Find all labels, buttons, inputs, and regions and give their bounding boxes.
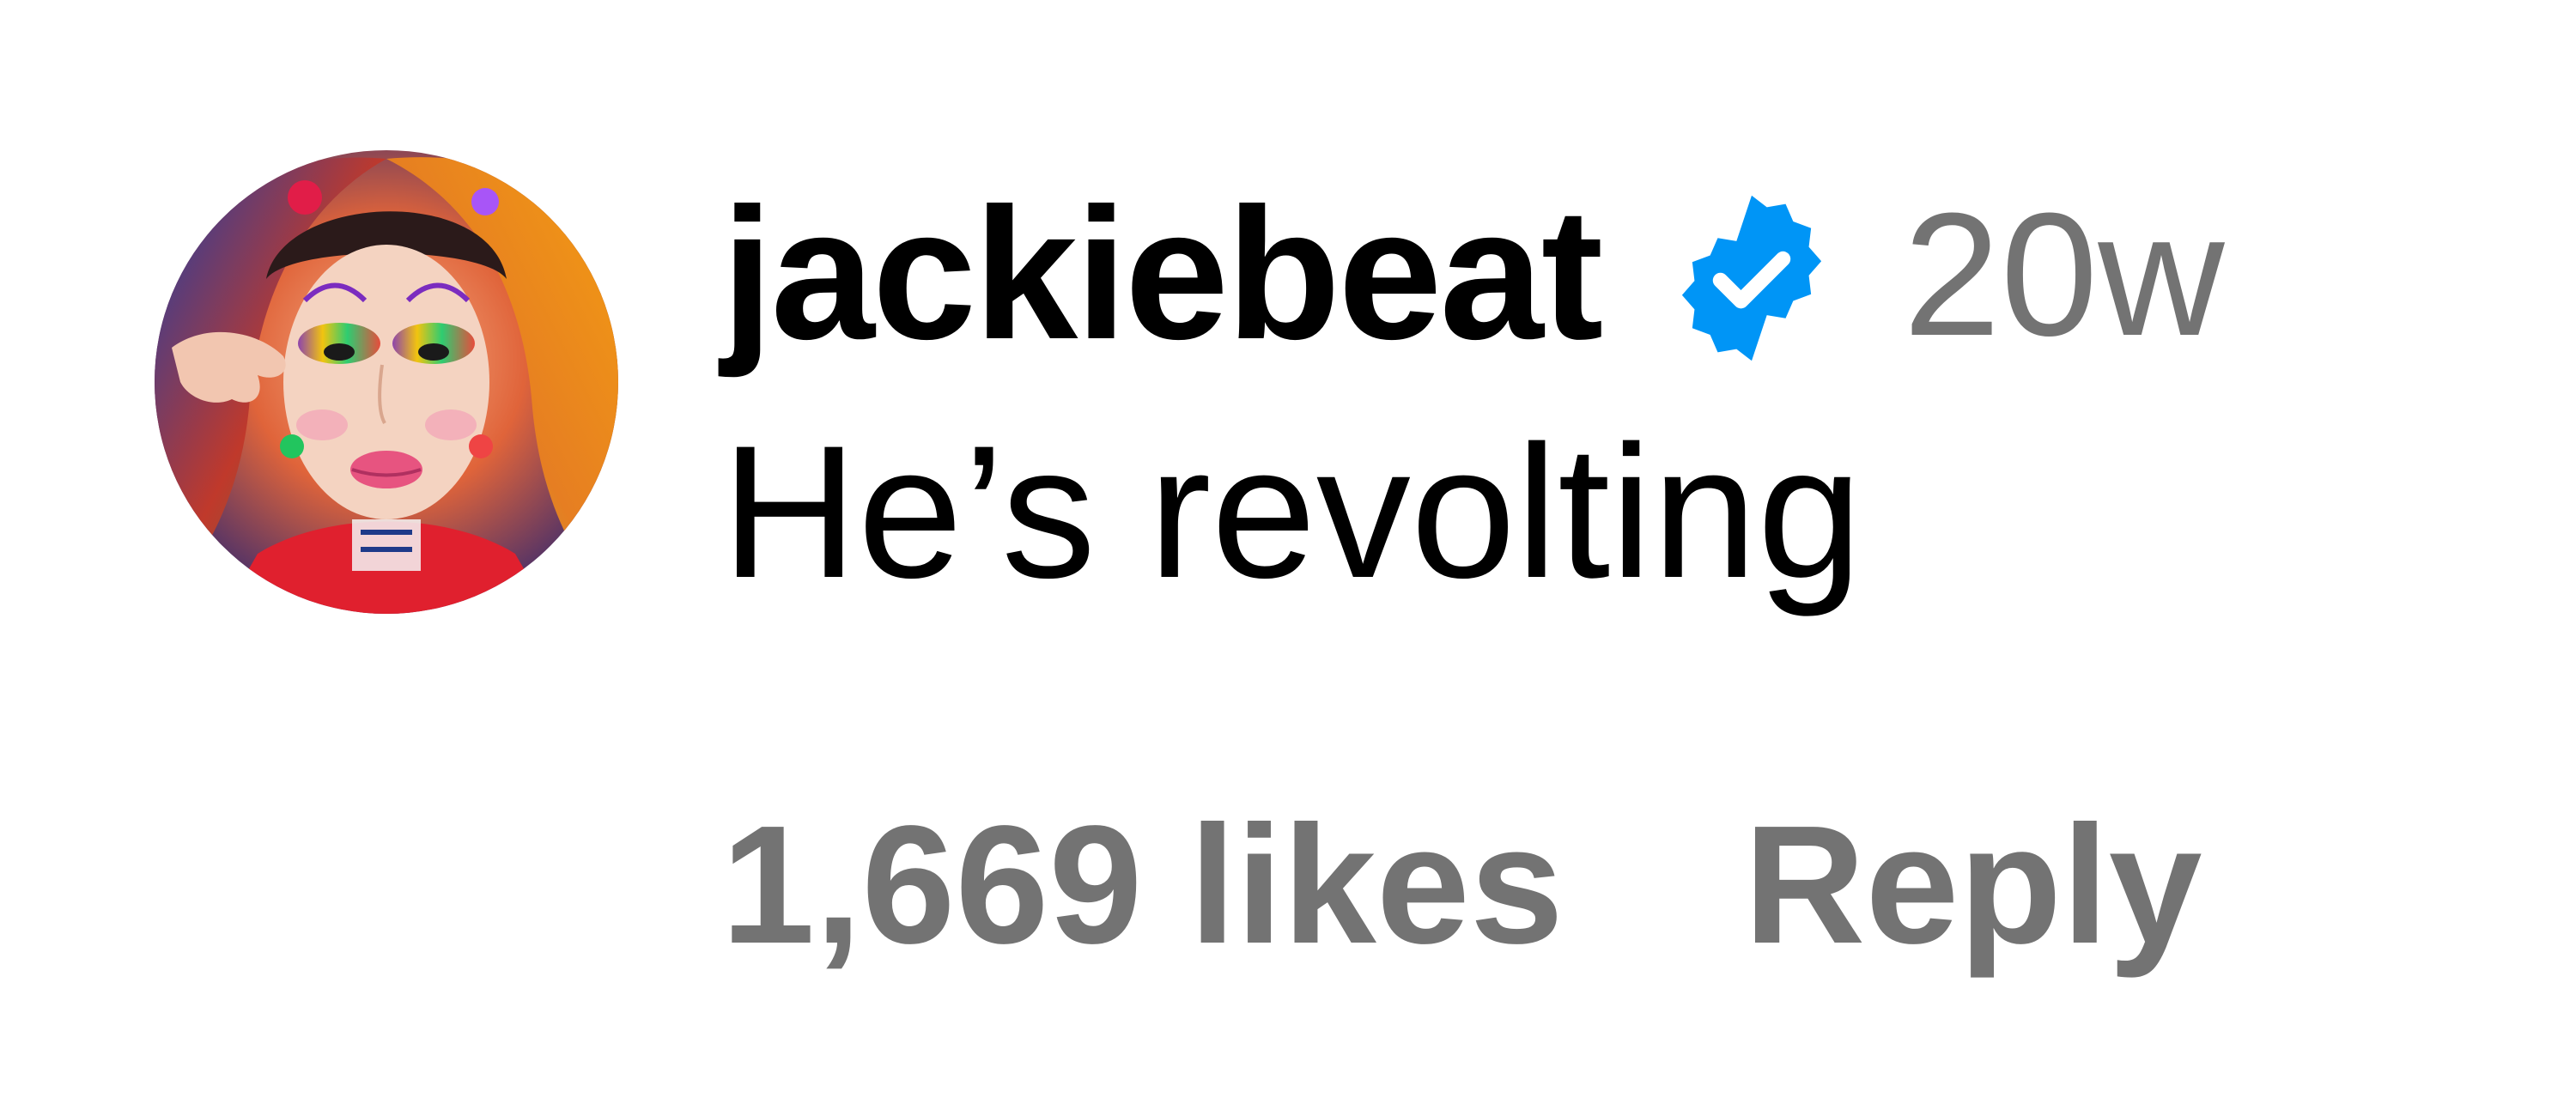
comment-body: jackiebeat 20w He’s revolting 1,669 like… [721,163,2524,969]
comment-item: jackiebeat 20w He’s revolting 1,669 like… [0,0,2576,1116]
avatar[interactable] [155,150,618,614]
reply-button[interactable]: Reply [1744,801,2202,969]
verified-badge-icon [1662,189,1841,367]
comment-timestamp[interactable]: 20w [1903,187,2224,362]
likes-count[interactable]: 1,669 likes [721,801,1564,969]
comment-actions: 1,669 likes Reply [721,801,2524,969]
username-link[interactable]: jackiebeat [721,181,1603,368]
comment-text: He’s revolting [721,406,1862,617]
comment-header: jackiebeat 20w [721,163,2524,386]
